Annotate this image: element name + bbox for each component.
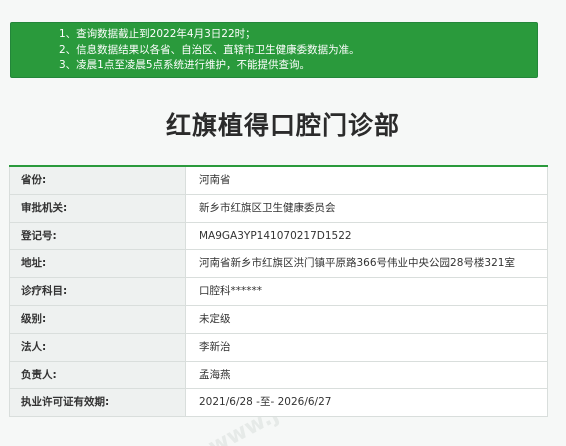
level-label: 级别: — [10, 305, 186, 333]
address-label: 地址: — [10, 250, 186, 278]
page-title: 红旗植得口腔门诊部 — [165, 111, 400, 140]
table-row: 省份: 河南省 — [9, 167, 548, 195]
address-value: 河南省新乡市红旗区洪门镇平原路366号伟业中央公园28号楼321室 — [186, 250, 547, 278]
registration-number-value: MA9GA3YP141070217D1522 — [186, 222, 547, 250]
responsible-person-label: 负责人: — [10, 361, 186, 389]
notice-line: 1、查询数据截止到2022年4月3日22时； — [59, 28, 256, 40]
responsible-person-value: 孟海燕 — [186, 361, 547, 389]
legal-person-label: 法人: — [10, 333, 186, 361]
notice-line: 3、凌晨1点至凌晨5点系统进行维护，不能提供查询。 — [59, 59, 311, 71]
province-label: 省份: — [10, 167, 186, 194]
page: 聚美网 聚美网 www.jt32.com 1、查询数据截止到2022年4月3日2… — [0, 0, 566, 446]
table-row: 登记号: MA9GA3YP141070217D1522 — [9, 222, 548, 251]
table-row: 诊疗科目: 口腔科****** — [9, 278, 548, 306]
notice-line: 2、信息数据结果以各省、自治区、直辖市卫生健康委数据为准。 — [59, 43, 360, 56]
departments-label: 诊疗科目: — [10, 278, 186, 305]
notice-banner: 1、查询数据截止到2022年4月3日22时； 2、信息数据结果以各省、自治区、直… — [10, 22, 538, 78]
license-validity-label: 执业许可证有效期: — [10, 389, 186, 417]
table-row: 执业许可证有效期: 2021/6/28 -至- 2026/6/27 — [9, 389, 548, 418]
approval-authority-label: 审批机关: — [10, 194, 186, 222]
level-value: 未定级 — [186, 305, 547, 333]
table-row: 负责人: 孟海燕 — [9, 361, 548, 390]
departments-value: 口腔科****** — [186, 278, 547, 305]
province-value: 河南省 — [186, 167, 547, 194]
table-row: 审批机关: 新乡市红旗区卫生健康委员会 — [9, 194, 548, 223]
table-row: 级别: 未定级 — [9, 305, 548, 334]
table-row: 法人: 李新治 — [9, 333, 548, 362]
approval-authority-value: 新乡市红旗区卫生健康委员会 — [186, 194, 547, 222]
registration-number-label: 登记号: — [10, 222, 186, 250]
info-table: 省份: 河南省 审批机关: 新乡市红旗区卫生健康委员会 登记号: MA9GA3Y… — [9, 165, 548, 418]
legal-person-value: 李新治 — [186, 333, 547, 361]
table-row: 地址: 河南省新乡市红旗区洪门镇平原路366号伟业中央公园28号楼321室 — [9, 250, 548, 279]
license-validity-value: 2021/6/28 -至- 2026/6/27 — [186, 389, 547, 417]
